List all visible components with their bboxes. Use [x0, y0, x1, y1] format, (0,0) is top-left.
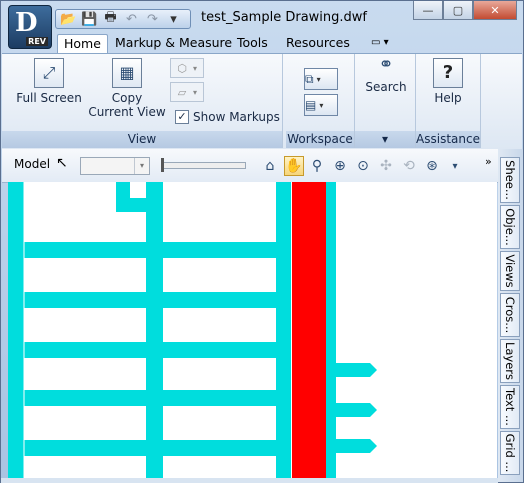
drawing-canvas[interactable]: [8, 182, 497, 478]
show-markups-checkbox[interactable]: ✓ Show Markups: [175, 110, 280, 124]
zoom-rectangle-icon[interactable]: ⊕: [330, 156, 350, 176]
copy-current-view-button[interactable]: ▦ Copy Current View: [88, 58, 166, 119]
sheet-combo[interactable]: ▾: [80, 157, 150, 175]
road-segment: [8, 342, 291, 358]
title-bar: D REV 📂 💾 🖶 ↶ ↷ ▾ test_Sample Drawing.dw…: [1, 1, 523, 49]
home-icon[interactable]: ⌂: [260, 156, 280, 176]
chevron-down-icon: ▾: [193, 87, 198, 97]
road-segment: [8, 242, 291, 258]
road-stub: [333, 403, 377, 417]
ribbon-minimize-toggle[interactable]: ▭ ▾: [371, 34, 389, 53]
search-panel: ⚭ Search ▾: [355, 54, 416, 148]
fit-window-icon[interactable]: ⊙: [353, 156, 373, 176]
help-label: Help: [434, 91, 462, 105]
zoom-icon[interactable]: ⚲: [307, 156, 327, 176]
chevron-down-icon: ▾: [193, 63, 198, 73]
slider-thumb[interactable]: [161, 158, 164, 172]
tab-layers[interactable]: Layers: [500, 339, 520, 383]
highlighted-road: [292, 182, 326, 478]
road-segment: [326, 182, 336, 478]
qat-dropdown-icon[interactable]: ▾: [164, 11, 183, 27]
tab-objects[interactable]: Obje...: [500, 205, 520, 249]
tab-home[interactable]: Home: [57, 34, 108, 54]
road-segment: [8, 390, 291, 406]
search-label: Search: [365, 80, 407, 94]
maximize-button[interactable]: ▢: [443, 1, 473, 20]
orbit-icon[interactable]: ✣: [376, 156, 396, 176]
tab-markup-measure[interactable]: Markup & Measure: [115, 34, 232, 53]
model-label: Model: [14, 157, 51, 171]
fullscreen-icon: ⤢: [34, 58, 64, 88]
road-segment: [8, 182, 24, 478]
minimize-button[interactable]: —: [413, 1, 443, 20]
quick-access-toolbar: 📂 💾 🖶 ↶ ↷ ▾: [55, 9, 191, 29]
workspace-panel-label: Workspace: [286, 131, 354, 148]
view-panel-label: View: [2, 131, 282, 148]
app-window: D REV 📂 💾 🖶 ↶ ↷ ▾ test_Sample Drawing.dw…: [0, 0, 524, 483]
road-segment: [146, 182, 163, 478]
road-segment: [8, 440, 291, 456]
window-title: test_Sample Drawing.dwf: [201, 10, 367, 25]
ribbon-tabs: Home Markup & Measure Tools Resources ▭ …: [1, 33, 523, 54]
close-button[interactable]: ✕: [473, 1, 517, 20]
help-button[interactable]: ? Help: [428, 58, 468, 105]
palette-icon: ▤: [305, 98, 317, 112]
toolbar-overflow-icon[interactable]: »: [485, 155, 492, 168]
tab-resources[interactable]: Resources: [286, 34, 350, 53]
cube-icon: ⬡: [177, 61, 187, 75]
undo-icon[interactable]: ↶: [122, 11, 141, 27]
drawing-svg: [8, 182, 377, 478]
search-button[interactable]: ⚭ Search: [363, 54, 409, 95]
ribbon: ⤢ Full Screen ▦ Copy Current View ⬡ ▾ ▱ ▾ …: [2, 53, 522, 150]
full-screen-button[interactable]: ⤢ Full Screen: [16, 58, 82, 105]
status-strip: [1, 478, 498, 483]
search-panel-footer[interactable]: ▾: [355, 131, 415, 148]
copy-view-icon: ▦: [112, 58, 142, 88]
window-controls: — ▢ ✕: [413, 1, 517, 20]
open-icon[interactable]: 📂: [59, 11, 78, 27]
help-icon: ?: [433, 58, 463, 88]
steering-wheel-icon[interactable]: ⊛: [422, 156, 442, 176]
shading-button[interactable]: ▱ ▾: [170, 82, 204, 102]
palette-sidebar: Shee... Obje... Views Cros... Layers Tex…: [498, 149, 523, 482]
view-cube-button[interactable]: ⬡ ▾: [170, 58, 204, 78]
chevron-down-icon: ▾: [319, 100, 324, 110]
shading-icon: ▱: [177, 85, 187, 99]
road-segment: [8, 292, 291, 308]
road-stub: [333, 439, 377, 453]
assistance-panel-label: Assistance: [416, 131, 480, 148]
turntable-icon[interactable]: ⟲: [399, 156, 419, 176]
workspace-layout-button[interactable]: ⧉ ▾: [304, 68, 338, 90]
save-icon[interactable]: 💾: [80, 11, 99, 27]
road-stub: [333, 363, 377, 377]
select-cursor-icon[interactable]: ↖: [56, 155, 68, 171]
road-segment: [276, 182, 291, 478]
canvas-toolbar: Model ↖ ▾ ⌂ ✋ ⚲ ⊕ ⊙ ✣ ⟲ ⊛ ▾: [2, 149, 498, 183]
tab-tools[interactable]: Tools: [237, 34, 268, 53]
view-panel: ⤢ Full Screen ▦ Copy Current View ⬡ ▾ ▱ ▾ …: [2, 54, 283, 148]
zoom-slider[interactable]: [161, 158, 246, 172]
windows-icon: ⧉: [305, 71, 314, 86]
redo-icon[interactable]: ↷: [143, 11, 162, 27]
tab-text[interactable]: Text ...: [500, 385, 520, 429]
full-screen-label: Full Screen: [16, 91, 82, 105]
tab-views[interactable]: Views: [500, 251, 520, 291]
show-markups-label: Show Markups: [193, 110, 280, 124]
workspace-panel: ⧉ ▾ ▤ ▾ Workspace: [286, 54, 355, 148]
tab-grid[interactable]: Grid ...: [500, 431, 520, 475]
chevron-down-icon: ▾: [316, 74, 321, 84]
binoculars-icon: ⚭: [378, 54, 394, 75]
assistance-panel: ? Help Assistance: [416, 54, 481, 148]
user-interface-button[interactable]: ▤ ▾: [304, 94, 338, 116]
road-segment: [116, 198, 156, 212]
pan-icon[interactable]: ✋: [284, 156, 304, 176]
copy-current-view-label: Copy Current View: [88, 91, 166, 119]
checkbox-icon: ✓: [175, 110, 189, 124]
chevron-down-icon: ▾: [134, 158, 149, 174]
chevron-down-icon[interactable]: ▾: [445, 156, 465, 176]
tab-cross-sections[interactable]: Cros...: [500, 293, 520, 337]
tab-sheets[interactable]: Shee...: [500, 157, 520, 203]
print-icon[interactable]: 🖶: [101, 10, 120, 27]
